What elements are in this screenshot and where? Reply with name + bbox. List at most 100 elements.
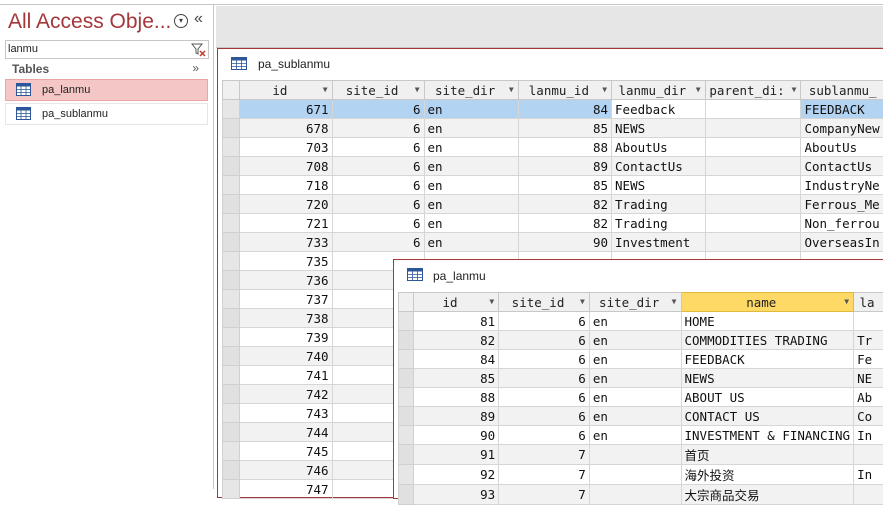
table-cell[interactable]: NE xyxy=(854,369,883,388)
record-selector[interactable] xyxy=(399,388,414,407)
record-selector[interactable] xyxy=(399,312,414,331)
table-cell[interactable]: en xyxy=(589,369,681,388)
table-cell[interactable]: NEWS xyxy=(681,369,854,388)
table-cell[interactable]: 6 xyxy=(332,214,424,233)
table-cell[interactable]: en xyxy=(589,407,681,426)
table-cell[interactable]: 742 xyxy=(240,385,332,404)
record-selector[interactable] xyxy=(223,442,240,461)
table-cell[interactable]: ContactUs xyxy=(612,157,706,176)
table-cell[interactable] xyxy=(705,195,801,214)
table-cell[interactable] xyxy=(854,312,883,331)
select-all-corner[interactable] xyxy=(399,293,414,312)
table-cell[interactable] xyxy=(705,119,801,138)
table-cell[interactable]: ABOUT US xyxy=(681,388,854,407)
table-row[interactable]: 7336en90InvestmentOverseasIn xyxy=(223,233,883,252)
table-cell[interactable]: 首页 xyxy=(681,445,854,465)
table-cell[interactable]: 747 xyxy=(240,480,332,499)
table-cell[interactable] xyxy=(589,445,681,465)
table-cell[interactable]: OverseasIn xyxy=(801,233,883,252)
search-input[interactable] xyxy=(8,42,186,56)
column-header[interactable]: id▼ xyxy=(240,81,332,100)
table-cell[interactable]: Non_ferrou xyxy=(801,214,883,233)
table-cell[interactable]: Fe xyxy=(854,350,883,369)
table-cell[interactable]: en xyxy=(424,157,518,176)
table-cell[interactable]: 91 xyxy=(413,445,498,465)
table-cell[interactable]: en xyxy=(424,195,518,214)
table-cell[interactable]: 743 xyxy=(240,404,332,423)
table-cell[interactable]: en xyxy=(424,138,518,157)
column-header[interactable]: sublanmu_▼ xyxy=(801,81,883,100)
table-cell[interactable]: 88 xyxy=(518,138,611,157)
table-cell[interactable]: en xyxy=(424,176,518,195)
filter-clear-icon[interactable] xyxy=(191,42,207,57)
table-row[interactable]: 906enINVESTMENT & FINANCINGIn xyxy=(399,426,883,445)
record-selector[interactable] xyxy=(223,404,240,423)
table-cell[interactable]: 6 xyxy=(332,100,424,119)
table-cell[interactable]: 84 xyxy=(518,100,611,119)
column-header[interactable]: la xyxy=(854,293,883,312)
table-cell[interactable]: NEWS xyxy=(612,119,706,138)
record-selector[interactable] xyxy=(399,369,414,388)
table-cell[interactable]: 708 xyxy=(240,157,332,176)
table-cell[interactable]: In xyxy=(854,426,883,445)
table-cell[interactable] xyxy=(705,100,801,119)
table-cell[interactable]: 6 xyxy=(499,312,590,331)
table-cell[interactable]: 6 xyxy=(499,407,590,426)
table-cell[interactable]: 721 xyxy=(240,214,332,233)
table-row[interactable]: 917首页 xyxy=(399,445,883,465)
table-cell[interactable]: 746 xyxy=(240,461,332,480)
table-cell[interactable]: 90 xyxy=(413,426,498,445)
circle-down-icon[interactable]: ▾ xyxy=(174,14,188,28)
table-cell[interactable]: 744 xyxy=(240,423,332,442)
table-cell[interactable]: 89 xyxy=(518,157,611,176)
table-cell[interactable]: 6 xyxy=(499,426,590,445)
dropdown-arrow-icon[interactable]: ▼ xyxy=(696,85,701,94)
table-row[interactable]: 896enCONTACT USCo xyxy=(399,407,883,426)
table-cell[interactable]: 84 xyxy=(413,350,498,369)
table-cell[interactable]: 6 xyxy=(499,331,590,350)
record-selector[interactable] xyxy=(223,461,240,480)
table-cell[interactable]: 82 xyxy=(518,195,611,214)
table-cell[interactable]: 82 xyxy=(413,331,498,350)
table-row[interactable]: 826enCOMMODITIES TRADINGTr xyxy=(399,331,883,350)
table-cell[interactable]: 745 xyxy=(240,442,332,461)
table-cell[interactable]: 6 xyxy=(499,388,590,407)
record-selector[interactable] xyxy=(399,445,414,465)
table-cell[interactable]: 741 xyxy=(240,366,332,385)
table-cell[interactable]: 739 xyxy=(240,328,332,347)
record-selector[interactable] xyxy=(223,233,240,252)
table-cell[interactable]: Tr xyxy=(854,331,883,350)
column-header[interactable]: parent_di:▼ xyxy=(705,81,801,100)
dropdown-arrow-icon[interactable]: ▼ xyxy=(323,85,328,94)
table-cell[interactable] xyxy=(705,233,801,252)
table-cell[interactable] xyxy=(705,138,801,157)
table-cell[interactable]: CONTACT US xyxy=(681,407,854,426)
table-cell[interactable]: en xyxy=(589,350,681,369)
table-row[interactable]: 927海外投资In xyxy=(399,465,883,485)
table-row[interactable]: 846enFEEDBACKFe xyxy=(399,350,883,369)
record-selector[interactable] xyxy=(399,426,414,445)
table-cell[interactable]: Co xyxy=(854,407,883,426)
table-cell[interactable]: Feedback xyxy=(612,100,706,119)
table-cell[interactable]: en xyxy=(424,100,518,119)
column-header[interactable]: lanmu_id▼ xyxy=(518,81,611,100)
record-selector[interactable] xyxy=(223,119,240,138)
table-cell[interactable]: COMMODITIES TRADING xyxy=(681,331,854,350)
dropdown-arrow-icon[interactable]: ▼ xyxy=(602,85,607,94)
table-cell[interactable]: FEEDBACK xyxy=(801,100,883,119)
table-cell[interactable]: Trading xyxy=(612,214,706,233)
table-cell[interactable]: 738 xyxy=(240,309,332,328)
dropdown-arrow-icon[interactable]: ▼ xyxy=(509,85,514,94)
table-cell[interactable] xyxy=(705,157,801,176)
table-window-pa-lanmu[interactable]: pa_lanmu id▼site_id▼site_dir▼name▼la 816… xyxy=(393,259,883,499)
record-selector[interactable] xyxy=(399,485,414,505)
record-selector[interactable] xyxy=(223,328,240,347)
record-selector[interactable] xyxy=(223,480,240,499)
table-cell[interactable]: en xyxy=(589,331,681,350)
table-cell[interactable]: en xyxy=(589,388,681,407)
table-cell[interactable]: 90 xyxy=(518,233,611,252)
table-cell[interactable]: 89 xyxy=(413,407,498,426)
table-cell[interactable]: en xyxy=(589,312,681,331)
table-cell[interactable]: AboutUs xyxy=(612,138,706,157)
table-row[interactable]: 6786en85NEWSCompanyNew xyxy=(223,119,883,138)
